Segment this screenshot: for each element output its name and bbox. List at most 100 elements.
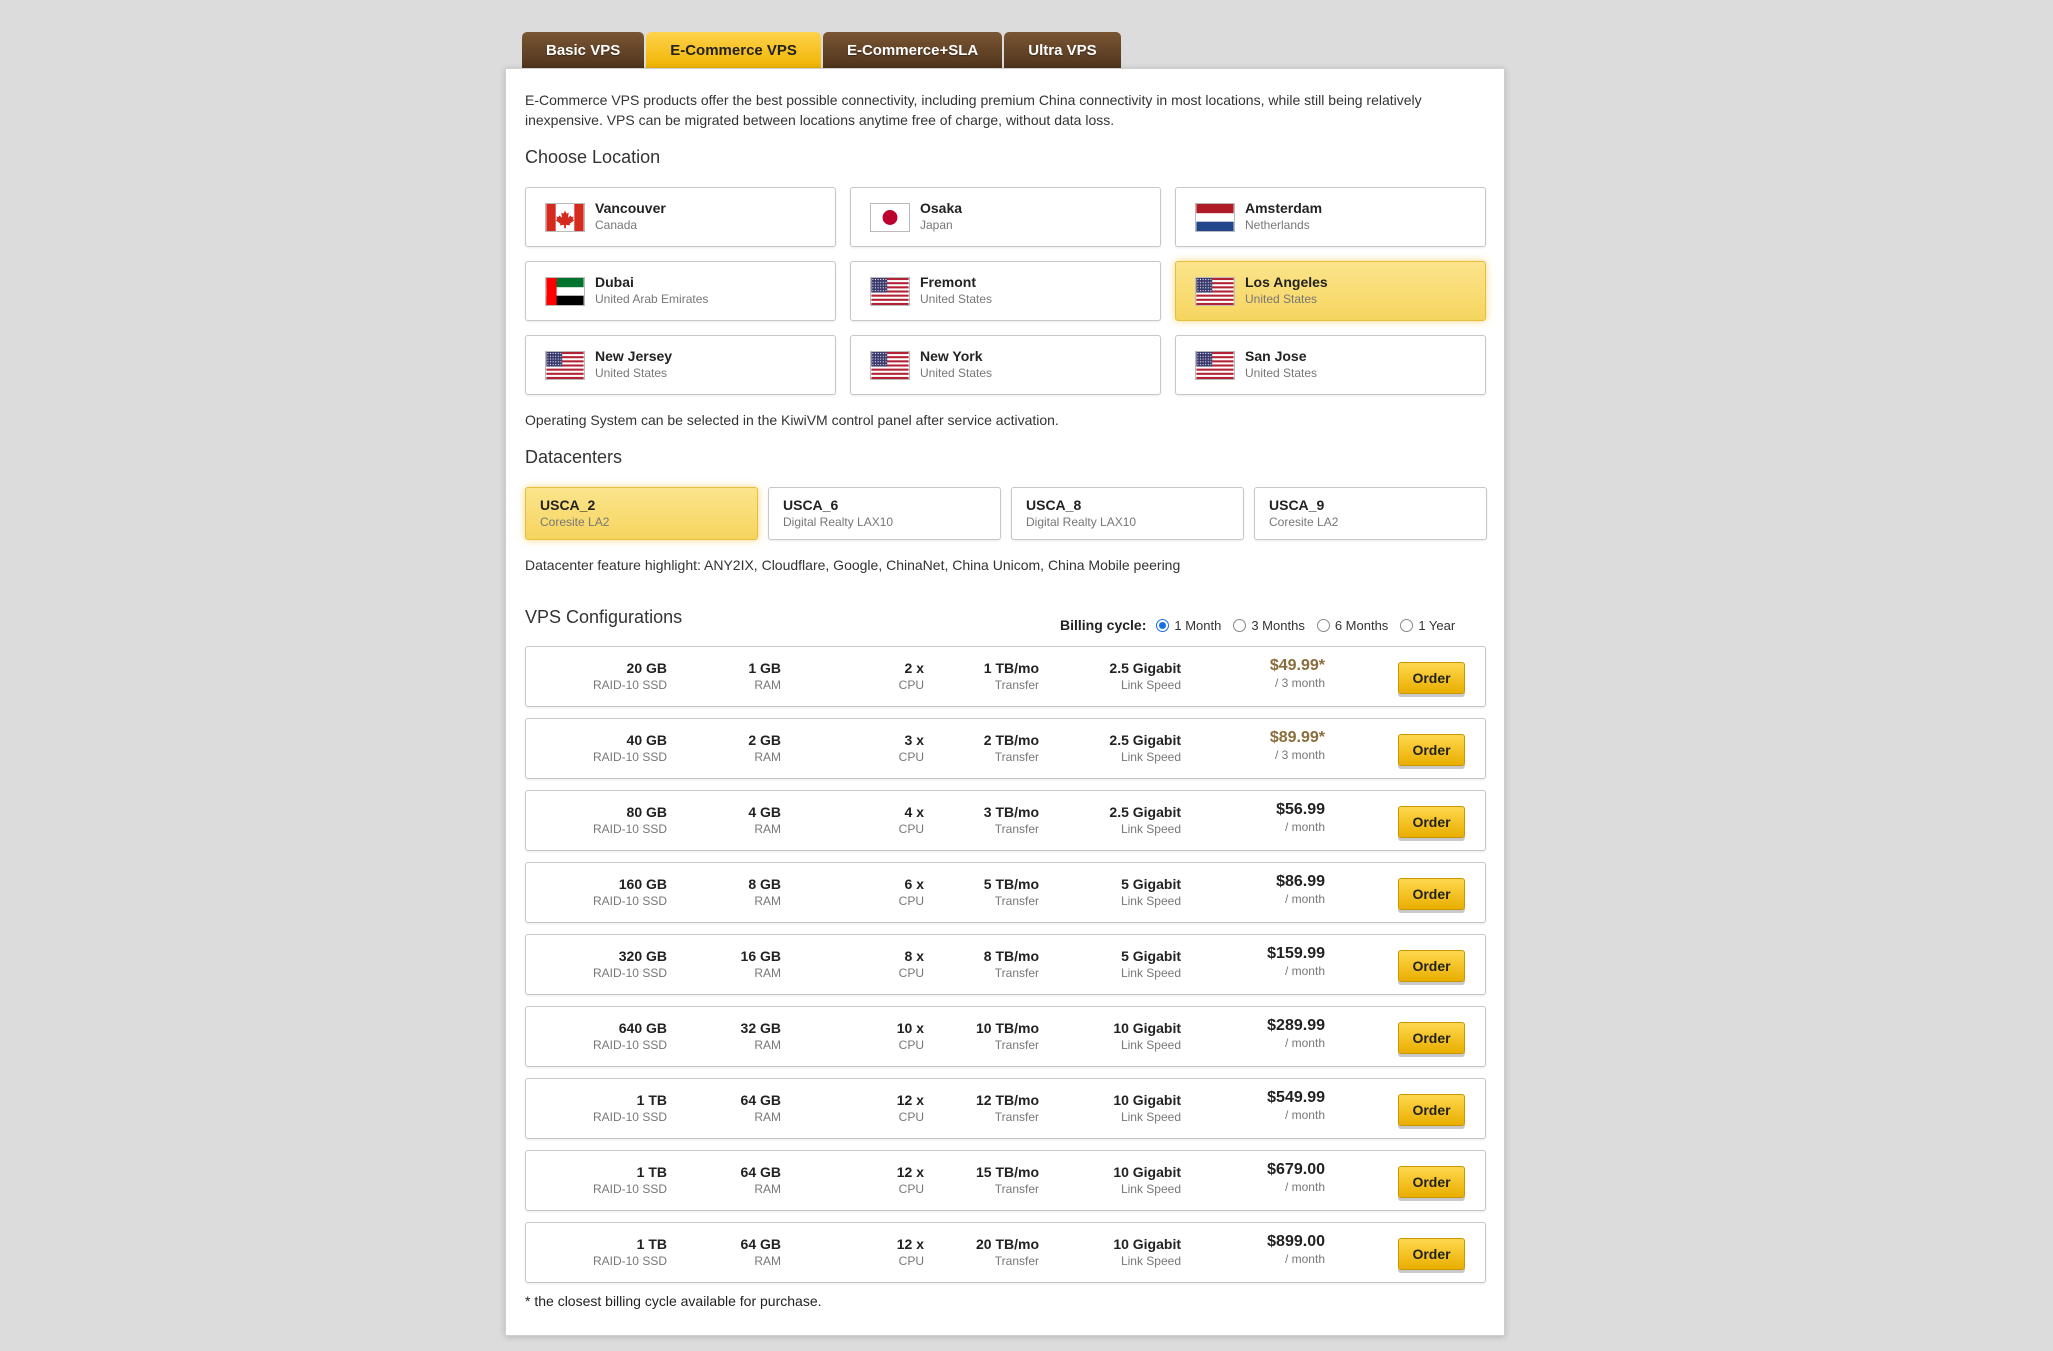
order-button[interactable]: Order bbox=[1398, 878, 1465, 910]
location-country: United States bbox=[1245, 366, 1318, 380]
location-option-los-angeles[interactable]: Los Angeles United States bbox=[1175, 261, 1486, 321]
plan-disk-value: 640 GB bbox=[618, 1020, 667, 1036]
plan-link-speed-unit: Link Speed bbox=[1120, 1110, 1181, 1124]
tab-ecommerce-sla[interactable]: E-Commerce+SLA bbox=[822, 32, 1003, 68]
plan-price: $89.99* / 3 month bbox=[1270, 729, 1325, 763]
location-option-osaka[interactable]: Osaka Japan bbox=[850, 187, 1161, 247]
datacenter-option-usca_8[interactable]: USCA_8 Digital Realty LAX10 bbox=[1011, 487, 1244, 540]
plan-transfer: 20 TB/mo Transfer bbox=[976, 1235, 1039, 1269]
radio-button[interactable] bbox=[1400, 618, 1414, 632]
radio-button[interactable] bbox=[1233, 618, 1247, 632]
billing-option-6-months[interactable]: 6 Months bbox=[1316, 618, 1388, 633]
plan-ram-value: 8 GB bbox=[748, 876, 781, 892]
order-button[interactable]: Order bbox=[1398, 1094, 1465, 1126]
radio-button[interactable] bbox=[1316, 618, 1330, 632]
billing-cycle: Billing cycle: 1 Month 3 Months 6 Months 1 … bbox=[1060, 617, 1467, 633]
plan-cpu: 8 x CPU bbox=[899, 947, 924, 981]
plan-list: 20 GB RAID-10 SSD 1 GB RAM 2 x CPU 1 TB/mo Tran… bbox=[525, 646, 1486, 1294]
radio-button[interactable] bbox=[1156, 618, 1170, 632]
plan-transfer-value: 8 TB/mo bbox=[983, 948, 1039, 964]
location-city: Vancouver bbox=[595, 200, 666, 216]
plan-link-speed-unit: Link Speed bbox=[1120, 894, 1181, 908]
location-option-new-jersey[interactable]: New Jersey United States bbox=[525, 335, 836, 395]
location-text: Fremont United States bbox=[920, 274, 992, 308]
plan-row: 1 TB RAID-10 SSD 64 GB RAM 12 x CPU 15 TB/mo Tr… bbox=[525, 1150, 1486, 1211]
billing-option-label: 1 Year bbox=[1418, 617, 1456, 633]
location-option-new-york[interactable]: New York United States bbox=[850, 335, 1161, 395]
plan-cpu: 4 x CPU bbox=[899, 803, 924, 837]
product-tabs: Basic VPS E-Commerce VPS E-Commerce+SLA … bbox=[522, 32, 1121, 68]
plan-cpu-unit: CPU bbox=[898, 678, 924, 692]
plan-disk-unit: RAID-10 SSD bbox=[592, 1254, 667, 1268]
order-button[interactable]: Order bbox=[1398, 1166, 1465, 1198]
plan-disk: 80 GB RAID-10 SSD bbox=[593, 803, 667, 837]
order-button[interactable]: Order bbox=[1398, 806, 1465, 838]
location-grid: Vancouver Canada Osaka Japan Amsterdam Nether… bbox=[525, 187, 1486, 395]
plan-link-speed-value: 2.5 Gigabit bbox=[1109, 660, 1181, 676]
location-city: New York bbox=[920, 348, 983, 364]
footnote: * the closest billing cycle available fo… bbox=[525, 1293, 822, 1309]
location-city: Los Angeles bbox=[1245, 274, 1328, 290]
netherlands-flag-icon bbox=[1195, 202, 1235, 232]
plan-transfer-unit: Transfer bbox=[994, 1038, 1039, 1052]
billing-option-1-year[interactable]: 1 Year bbox=[1400, 618, 1455, 633]
plan-price: $289.99 / month bbox=[1267, 1017, 1325, 1051]
location-country: United States bbox=[920, 366, 993, 380]
order-button[interactable]: Order bbox=[1398, 662, 1465, 694]
billing-option-label: 1 Month bbox=[1174, 617, 1222, 633]
plan-price-value: $159.99 bbox=[1267, 945, 1325, 962]
location-option-vancouver[interactable]: Vancouver Canada bbox=[525, 187, 836, 247]
location-country: Japan bbox=[920, 218, 953, 232]
plan-ram: 8 GB RAM bbox=[748, 875, 781, 909]
plan-ram: 2 GB RAM bbox=[748, 731, 781, 765]
plan-ram-value: 32 GB bbox=[740, 1020, 781, 1036]
datacenter-facility: Digital Realty LAX10 bbox=[783, 515, 894, 529]
plan-link-speed-unit: Link Speed bbox=[1120, 1254, 1181, 1268]
plan-cpu-unit: CPU bbox=[898, 1038, 924, 1052]
plan-disk-value: 1 TB bbox=[636, 1164, 667, 1180]
datacenter-option-usca_9[interactable]: USCA_9 Coresite LA2 bbox=[1254, 487, 1487, 540]
plan-row: 20 GB RAID-10 SSD 1 GB RAM 2 x CPU 1 TB/mo Tran… bbox=[525, 646, 1486, 707]
plan-price-value: $899.00 bbox=[1267, 1233, 1325, 1250]
location-option-fremont[interactable]: Fremont United States bbox=[850, 261, 1161, 321]
plan-price-unit: / month bbox=[1284, 820, 1325, 834]
plan-price: $86.99 / month bbox=[1276, 873, 1325, 907]
plan-link-speed: 2.5 Gigabit Link Speed bbox=[1109, 731, 1181, 765]
plan-ram-value: 16 GB bbox=[740, 948, 781, 964]
usa-flag-icon bbox=[1195, 350, 1235, 380]
os-note: Operating System can be selected in the … bbox=[525, 412, 1059, 428]
billing-option-3-months[interactable]: 3 Months bbox=[1233, 618, 1305, 633]
plan-link-speed: 10 Gigabit Link Speed bbox=[1113, 1235, 1181, 1269]
plan-row: 40 GB RAID-10 SSD 2 GB RAM 3 x CPU 2 TB/mo Tran… bbox=[525, 718, 1486, 779]
plan-disk: 1 TB RAID-10 SSD bbox=[593, 1163, 667, 1197]
datacenters-title: Datacenters bbox=[525, 447, 623, 467]
plan-price-value: $56.99 bbox=[1276, 801, 1325, 818]
plan-cpu-value: 10 x bbox=[896, 1020, 924, 1036]
plan-disk-unit: RAID-10 SSD bbox=[592, 678, 667, 692]
plan-ram-value: 2 GB bbox=[748, 732, 781, 748]
location-option-amsterdam[interactable]: Amsterdam Netherlands bbox=[1175, 187, 1486, 247]
location-city: New Jersey bbox=[595, 348, 673, 364]
plan-cpu: 12 x CPU bbox=[897, 1091, 924, 1125]
order-button[interactable]: Order bbox=[1398, 950, 1465, 982]
order-button[interactable]: Order bbox=[1398, 734, 1465, 766]
order-button[interactable]: Order bbox=[1398, 1022, 1465, 1054]
plan-disk-unit: RAID-10 SSD bbox=[592, 822, 667, 836]
location-option-dubai[interactable]: Dubai United Arab Emirates bbox=[525, 261, 836, 321]
plan-disk-unit: RAID-10 SSD bbox=[592, 1038, 667, 1052]
location-city: Dubai bbox=[595, 274, 634, 290]
plan-transfer-value: 5 TB/mo bbox=[983, 876, 1039, 892]
intro-text: E-Commerce VPS products offer the best p… bbox=[525, 92, 1422, 128]
datacenter-option-usca_2[interactable]: USCA_2 Coresite LA2 bbox=[525, 487, 758, 540]
tab-ecommerce-vps[interactable]: E-Commerce VPS bbox=[646, 32, 821, 68]
location-option-san-jose[interactable]: San Jose United States bbox=[1175, 335, 1486, 395]
plan-price: $56.99 / month bbox=[1276, 801, 1325, 835]
order-button[interactable]: Order bbox=[1398, 1238, 1465, 1270]
tab-ultra-vps[interactable]: Ultra VPS bbox=[1004, 32, 1121, 68]
datacenter-option-usca_6[interactable]: USCA_6 Digital Realty LAX10 bbox=[768, 487, 1001, 540]
location-country: United States bbox=[595, 366, 668, 380]
plan-transfer: 12 TB/mo Transfer bbox=[976, 1091, 1039, 1125]
plan-disk-unit: RAID-10 SSD bbox=[592, 894, 667, 908]
tab-basic-vps[interactable]: Basic VPS bbox=[522, 32, 645, 68]
billing-option-1-month[interactable]: 1 Month bbox=[1156, 618, 1221, 633]
